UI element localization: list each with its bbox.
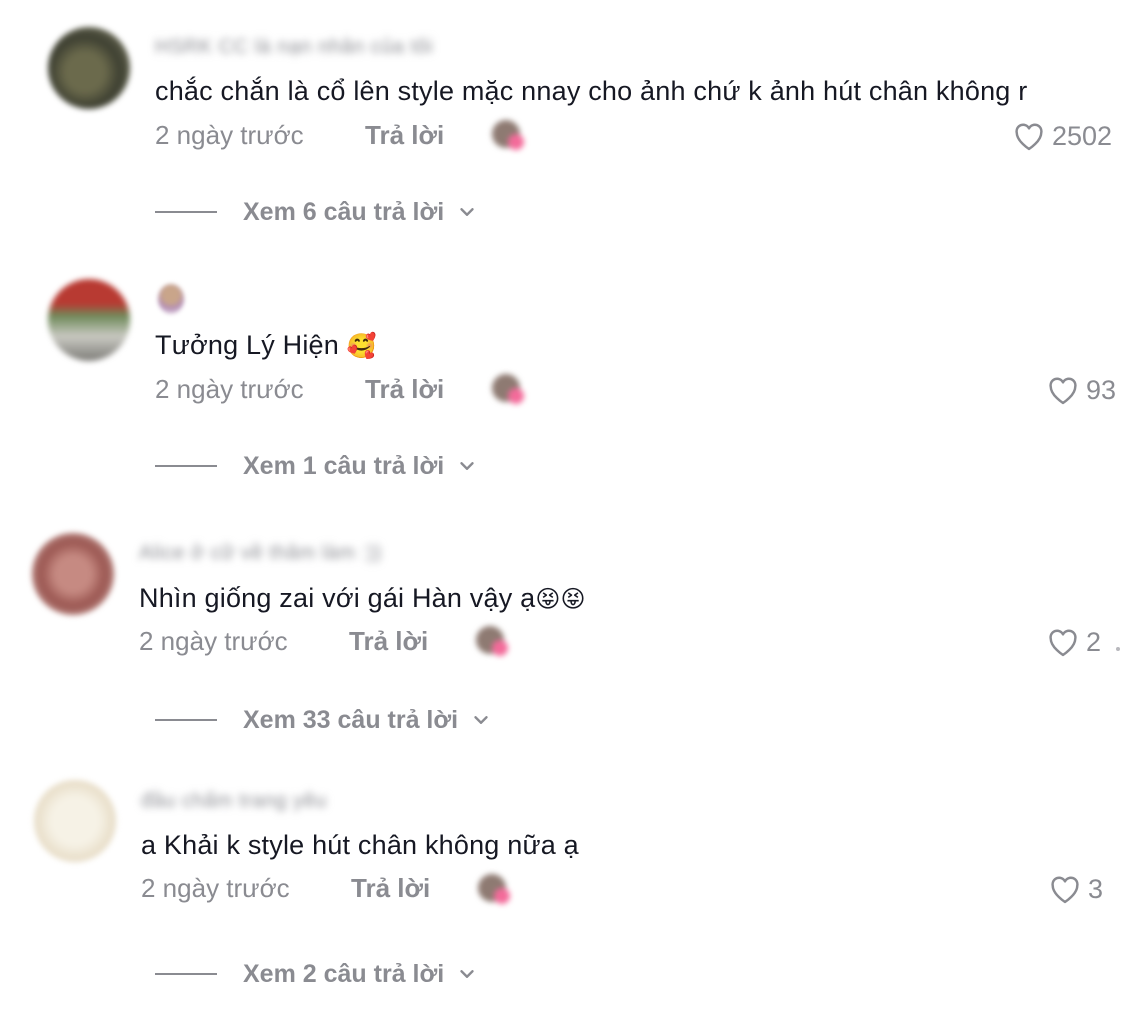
comment-text-body: chắc chắn là cổ lên style mặc nnay cho ả… — [155, 76, 1028, 106]
sticker-reaction-icon[interactable] — [474, 624, 512, 662]
reply-button[interactable]: Trả lời — [349, 626, 428, 656]
view-replies-label: Xem 6 câu trả lời — [243, 197, 445, 226]
comment-text-body: Tưởng Lý Hiện — [155, 330, 347, 360]
sticker-reaction-icon[interactable] — [476, 872, 514, 910]
comment-timestamp: 2 ngày trước — [155, 374, 304, 404]
comment-timestamp: 2 ngày trước — [141, 873, 290, 903]
comment-emoji: 🥰 — [346, 332, 377, 360]
comment-text-body: a Khải k style hút chân không nữa ạ — [141, 830, 579, 860]
edge-dot — [1116, 647, 1120, 651]
username[interactable]: Alice ở cữ về thăm làm :)) — [139, 542, 382, 564]
avatar[interactable] — [32, 533, 114, 615]
divider-line — [155, 973, 217, 975]
chevron-down-icon — [474, 716, 488, 724]
like-button[interactable]: 2502 — [1012, 119, 1112, 153]
comment-timestamp: 2 ngày trước — [139, 626, 288, 656]
comment-timestamp: 2 ngày trước — [155, 120, 304, 150]
comment-text: Tưởng Lý Hiện 🥰 — [155, 328, 377, 363]
view-replies-label: Xem 33 câu trả lời — [243, 705, 459, 734]
comment-item: đầu chấm trang yêu a Khải k style hút ch… — [0, 762, 1144, 1016]
comment-text: a Khải k style hút chân không nữa ạ — [141, 828, 579, 863]
comment-item: HSRK CC là nạn nhân của tôi chắc chắn là… — [0, 0, 1144, 254]
reply-button[interactable]: Trả lời — [365, 120, 444, 150]
reply-button[interactable]: Trả lời — [351, 873, 430, 903]
heart-outline-icon — [1015, 123, 1043, 151]
heart-outline-icon — [1051, 876, 1079, 904]
chevron-down-icon — [460, 208, 474, 216]
comment-list: HSRK CC là nạn nhân của tôi chắc chắn là… — [0, 0, 1144, 1032]
comment-item: Tưởng Lý Hiện 🥰 2 ngày trước Trả lời 93 … — [0, 254, 1144, 508]
like-count: 2 — [1086, 626, 1102, 657]
view-replies-label: Xem 2 câu trả lời — [243, 959, 445, 988]
heart-outline-icon — [1049, 629, 1077, 657]
sticker-reaction-icon[interactable] — [490, 118, 528, 156]
like-button[interactable]: 2 — [1046, 625, 1101, 659]
reply-button[interactable]: Trả lời — [365, 374, 444, 404]
like-count: 93 — [1086, 374, 1117, 405]
divider-line — [155, 211, 217, 213]
comment-text: chắc chắn là cổ lên style mặc nnay cho ả… — [155, 74, 1027, 109]
like-button[interactable]: 3 — [1048, 872, 1103, 906]
comment-text-body: Nhìn giống zai với gái Hàn vậy ạ — [139, 583, 536, 613]
user-badge-icon — [158, 284, 184, 314]
avatar[interactable] — [34, 780, 116, 862]
username[interactable]: đầu chấm trang yêu — [141, 790, 327, 812]
comment-text: Nhìn giống zai với gái Hàn vậy ạ😝😝 — [139, 581, 586, 616]
avatar[interactable] — [48, 27, 130, 109]
chevron-down-icon — [460, 970, 474, 978]
like-count: 2502 — [1052, 120, 1113, 151]
comment-item: Alice ở cữ về thăm làm :)) Nhìn giống za… — [0, 508, 1144, 762]
view-replies-button[interactable]: Xem 1 câu trả lời — [155, 451, 478, 481]
divider-line — [155, 719, 217, 721]
comment-emoji: 😝😝 — [535, 585, 586, 613]
like-button[interactable]: 93 — [1046, 373, 1116, 407]
heart-outline-icon — [1049, 377, 1077, 405]
view-replies-button[interactable]: Xem 33 câu trả lời — [155, 705, 492, 735]
chevron-down-icon — [460, 462, 474, 470]
view-replies-label: Xem 1 câu trả lời — [243, 451, 445, 480]
view-replies-button[interactable]: Xem 6 câu trả lời — [155, 197, 478, 227]
like-count: 3 — [1088, 873, 1104, 904]
divider-line — [155, 465, 217, 467]
avatar[interactable] — [48, 279, 130, 361]
sticker-reaction-icon[interactable] — [490, 372, 528, 410]
username[interactable]: HSRK CC là nạn nhân của tôi — [155, 36, 433, 58]
view-replies-button[interactable]: Xem 2 câu trả lời — [155, 959, 478, 989]
